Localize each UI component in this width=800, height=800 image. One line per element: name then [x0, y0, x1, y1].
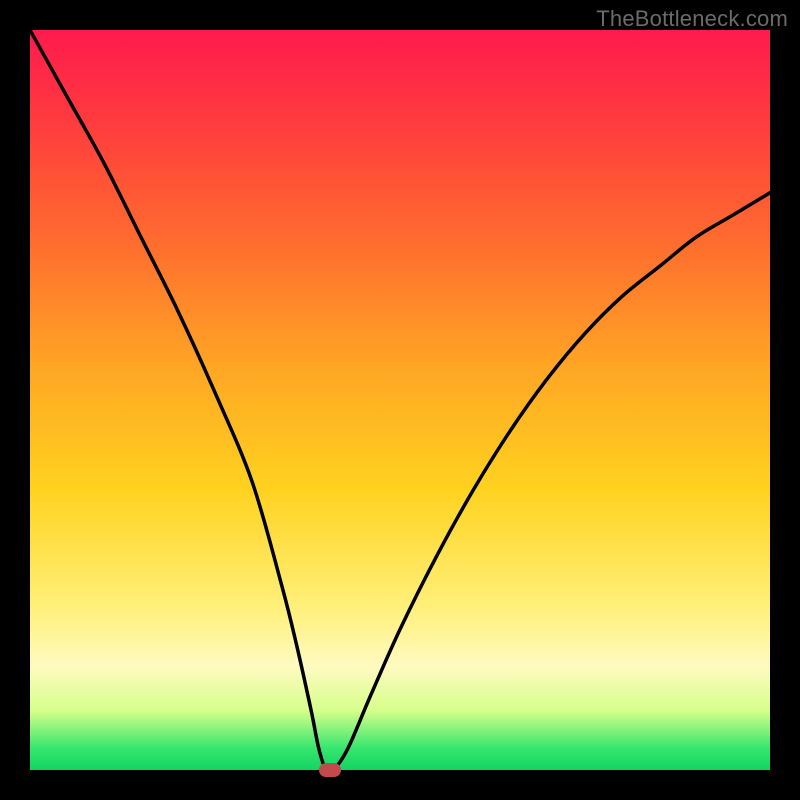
bottleneck-curve	[30, 30, 770, 770]
plot-area	[30, 30, 770, 770]
chart-frame: TheBottleneck.com	[0, 0, 800, 800]
optimal-point-marker	[319, 763, 341, 777]
watermark-text: TheBottleneck.com	[596, 6, 788, 32]
